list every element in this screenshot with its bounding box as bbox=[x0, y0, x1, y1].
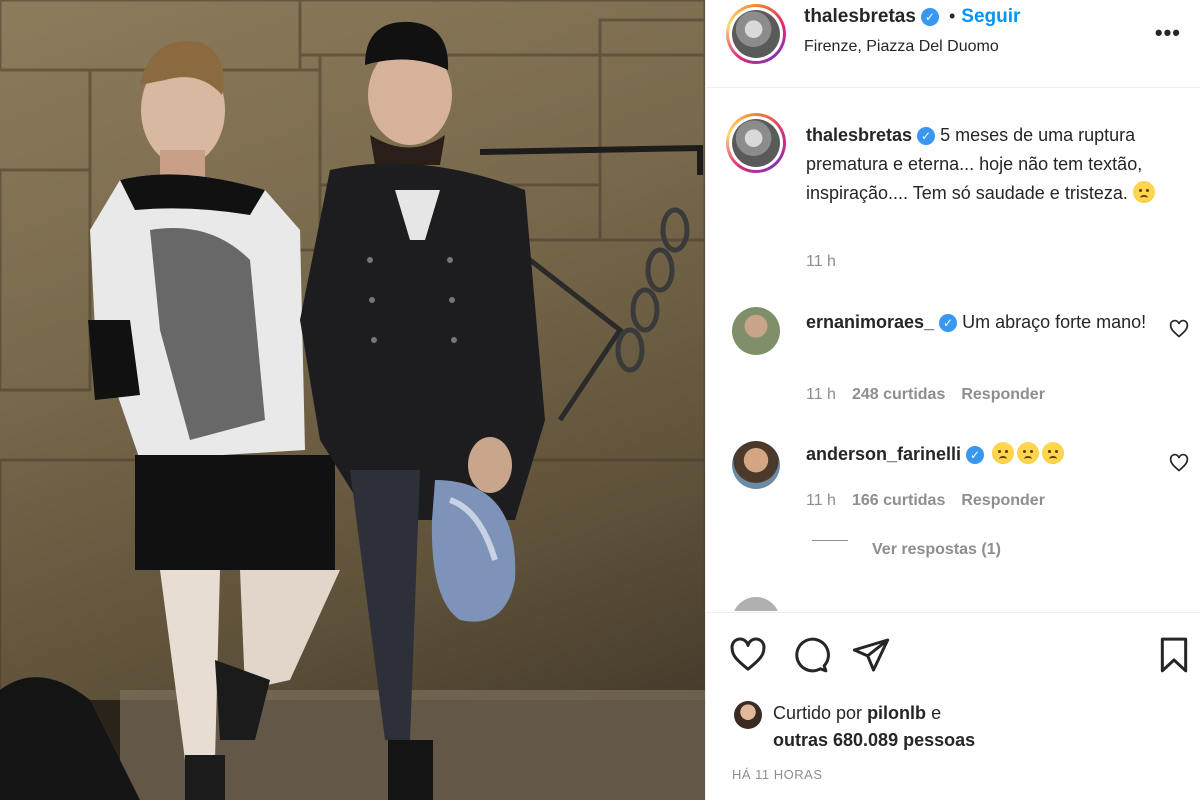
post-header: thalesbretas ✓ • Seguir Firenze, Piazza Del… bbox=[706, 0, 1200, 88]
comment-item: anderson_farinelli ✓ bbox=[806, 440, 1166, 469]
liker-username[interactable]: pilonlb bbox=[867, 703, 926, 723]
author-avatar[interactable] bbox=[726, 4, 786, 64]
person-right bbox=[300, 21, 545, 800]
comment-time[interactable]: 11 h bbox=[806, 492, 836, 509]
caption: thalesbretas ✓ 5 meses de uma ruptura prem… bbox=[806, 121, 1176, 208]
liker-avatar[interactable] bbox=[734, 701, 762, 729]
reply-button[interactable]: Responder bbox=[961, 386, 1045, 403]
more-options-icon[interactable]: ••• bbox=[1155, 20, 1181, 46]
separator-dot: • bbox=[948, 6, 956, 26]
comment-meta: 11 h 248 curtidas Responder bbox=[806, 386, 1061, 404]
sad-face-emoji-icon bbox=[1132, 181, 1155, 203]
photo-scene bbox=[0, 0, 705, 800]
comment-username[interactable]: ernanimoraes_ bbox=[806, 312, 934, 332]
likes-prefix: Curtido por bbox=[773, 703, 863, 723]
replies-divider bbox=[812, 540, 848, 541]
likes-others-link[interactable]: outras 680.089 pessoas bbox=[773, 730, 975, 750]
verified-badge-icon: ✓ bbox=[966, 446, 985, 464]
likes-conjunction: e bbox=[931, 703, 942, 723]
verified-badge-icon: ✓ bbox=[920, 8, 939, 26]
author-username[interactable]: thalesbretas bbox=[804, 6, 916, 27]
caption-avatar[interactable] bbox=[726, 113, 786, 173]
post-timestamp[interactable]: HÁ 11 HORAS bbox=[732, 767, 823, 782]
commenter-avatar[interactable] bbox=[732, 307, 780, 355]
comments-section[interactable]: thalesbretas ✓ 5 meses de uma ruptura prem… bbox=[706, 89, 1200, 611]
commenter-avatar[interactable] bbox=[732, 597, 780, 611]
post-photo[interactable] bbox=[0, 0, 705, 800]
post-actions: Curtido por pilonlb e outras 680.089 pes… bbox=[706, 612, 1200, 800]
comment-likes[interactable]: 248 curtidas bbox=[852, 386, 945, 403]
comment-like-heart-icon[interactable] bbox=[1169, 453, 1189, 478]
view-replies-link[interactable]: Ver respostas (1) bbox=[872, 541, 1001, 559]
sad-face-emoji-icon bbox=[992, 442, 1015, 464]
follow-button[interactable]: Seguir bbox=[961, 6, 1020, 27]
comment-time[interactable]: 11 h bbox=[806, 386, 836, 403]
verified-badge-icon: ✓ bbox=[939, 314, 958, 332]
caption-time[interactable]: 11 h bbox=[806, 253, 836, 271]
bookmark-icon[interactable] bbox=[1154, 635, 1194, 675]
verified-badge-icon: ✓ bbox=[917, 127, 936, 145]
commenter-avatar[interactable] bbox=[732, 441, 780, 489]
comment-item: ernanimoraes_ ✓ Um abraço forte mano! bbox=[806, 308, 1166, 337]
heart-icon[interactable] bbox=[728, 635, 768, 675]
caption-username[interactable]: thalesbretas bbox=[806, 125, 912, 145]
post-side-panel: thalesbretas ✓ • Seguir Firenze, Piazza Del… bbox=[705, 0, 1200, 800]
comment-meta: 11 h 166 curtidas Responder bbox=[806, 492, 1061, 510]
comment-username[interactable]: anderson_farinelli bbox=[806, 444, 961, 464]
post-location[interactable]: Firenze, Piazza Del Duomo bbox=[804, 38, 999, 56]
sad-face-emoji-icon bbox=[1042, 442, 1065, 464]
reply-button[interactable]: Responder bbox=[961, 492, 1045, 509]
likes-summary: Curtido por pilonlb e outras 680.089 pes… bbox=[773, 700, 975, 754]
comment-bubble-icon[interactable] bbox=[790, 635, 830, 675]
sad-face-emoji-icon bbox=[1017, 442, 1040, 464]
person-left bbox=[88, 41, 340, 800]
comment-like-heart-icon[interactable] bbox=[1169, 319, 1189, 344]
comment-text: Um abraço forte mano! bbox=[962, 312, 1147, 332]
comment-likes[interactable]: 166 curtidas bbox=[852, 492, 945, 509]
paper-plane-icon[interactable] bbox=[851, 635, 891, 675]
